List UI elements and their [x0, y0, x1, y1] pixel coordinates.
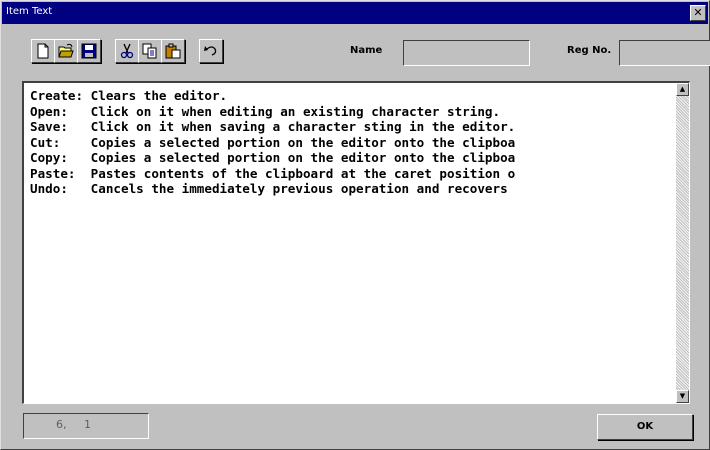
cursor-line: 6, — [56, 418, 67, 431]
name-field[interactable] — [403, 40, 530, 66]
scroll-down-button[interactable]: ▼ — [676, 390, 689, 403]
down-arrow-icon: ▼ — [679, 392, 686, 400]
clipboard-icon — [165, 43, 181, 59]
undo-arrow-icon — [204, 46, 217, 56]
name-label: Name — [350, 45, 383, 56]
window-title: Item Text — [6, 6, 53, 17]
scroll-up-button[interactable]: ▲ — [676, 83, 689, 96]
undo-button[interactable] — [199, 39, 223, 63]
new-document-icon — [37, 43, 49, 59]
open-folder-icon — [58, 43, 74, 58]
editor-line: Paste: Pastes contents of the clipboard … — [30, 165, 516, 181]
editor-line: Save: Click on it when saving a characte… — [30, 119, 516, 134]
editor-line: Open: Click on it when editing an existi… — [30, 103, 501, 119]
floppy-disk-icon — [81, 43, 97, 59]
editor-line: Cut: Copies a selected portion on the ed… — [30, 134, 516, 150]
create-button[interactable] — [31, 39, 55, 63]
paste-button[interactable] — [161, 39, 185, 63]
scissors-icon — [120, 43, 134, 59]
editor-line: Undo: Cancels the immediately previous o… — [30, 181, 508, 196]
text-editor[interactable]: Create: Clears the editor. Open: Click on… — [22, 81, 690, 404]
reg-no-field[interactable] — [619, 40, 710, 66]
up-arrow-icon: ▲ — [679, 85, 686, 93]
copy-icon — [142, 43, 157, 59]
open-button[interactable] — [54, 39, 78, 63]
editor-line: Create: Clears the editor. — [30, 88, 228, 103]
reg-no-label: Reg No. — [567, 45, 612, 56]
cut-button[interactable] — [115, 39, 139, 63]
ok-button[interactable]: OK — [597, 414, 693, 440]
close-icon: ✕ — [693, 6, 703, 19]
cursor-column: 1 — [84, 418, 91, 431]
save-button[interactable] — [77, 39, 101, 63]
cursor-position-box: 6, 1 — [23, 413, 149, 439]
item-text-dialog: Item Text ✕ Name Reg No. Create: Clears … — [0, 0, 710, 450]
close-button[interactable]: ✕ — [690, 5, 706, 21]
editor-line: Copy: Copies a selected portion on the e… — [30, 150, 516, 165]
title-bar[interactable]: Item Text ✕ — [2, 2, 708, 24]
editor-text[interactable]: Create: Clears the editor. Open: Click on… — [30, 88, 675, 197]
copy-button[interactable] — [138, 39, 162, 63]
vertical-scrollbar[interactable]: ▲ ▼ — [676, 83, 689, 403]
